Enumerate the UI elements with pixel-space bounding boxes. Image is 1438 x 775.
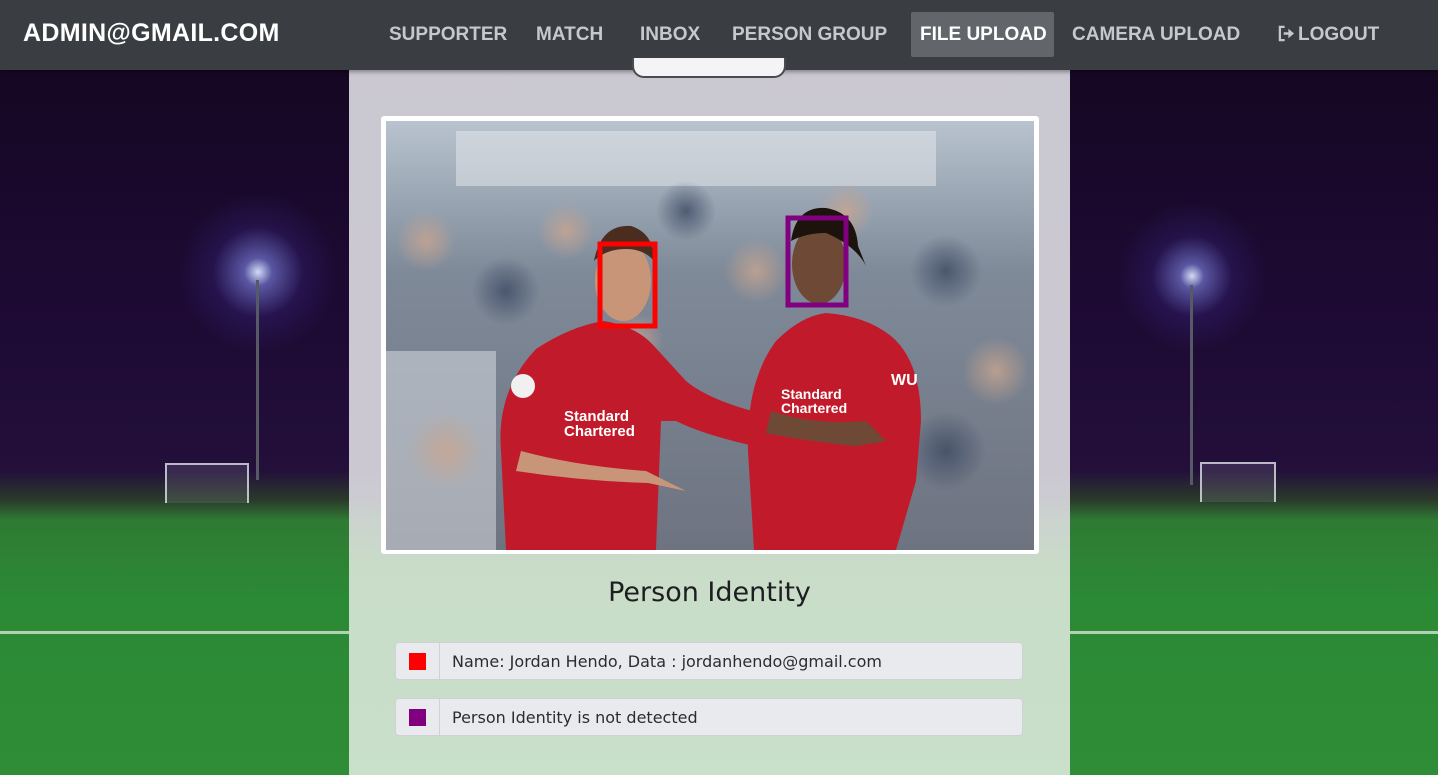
field-line-right bbox=[1070, 631, 1438, 634]
goal-right bbox=[1200, 462, 1276, 502]
photo-illustration: Standard Chartered Standard Chartered WU bbox=[386, 121, 1034, 550]
purple-swatch-icon bbox=[409, 709, 426, 726]
nav-logout-label: LOGOUT bbox=[1298, 24, 1380, 45]
logout-icon bbox=[1278, 25, 1295, 42]
nav-supporter[interactable]: SUPPORTER bbox=[380, 12, 516, 57]
nav-person-group-label: PERSON GROUP bbox=[732, 24, 888, 45]
svg-text:WU: WU bbox=[891, 372, 918, 389]
nav-file-upload[interactable]: FILE UPLOAD bbox=[911, 12, 1054, 57]
upload-button-partial[interactable] bbox=[632, 58, 786, 78]
svg-text:Chartered: Chartered bbox=[781, 400, 847, 416]
svg-text:Chartered: Chartered bbox=[564, 423, 635, 440]
identity-row: Person Identity is not detected bbox=[395, 698, 1023, 736]
person-identity-title: Person Identity bbox=[608, 577, 811, 608]
red-swatch-icon bbox=[409, 653, 426, 670]
floodlight-pole-left bbox=[256, 280, 259, 480]
nav-inbox-label: INBOX bbox=[640, 24, 701, 45]
nav-person-group[interactable]: PERSON GROUP bbox=[723, 12, 896, 57]
nav-camera-upload-label: CAMERA UPLOAD bbox=[1072, 24, 1241, 45]
identity-text: Name: Jordan Hendo, Data : jordanhendo@g… bbox=[452, 652, 882, 671]
nav-camera-upload[interactable]: CAMERA UPLOAD bbox=[1063, 12, 1249, 57]
nav-match-label: MATCH bbox=[536, 24, 604, 45]
nav-file-upload-label: FILE UPLOAD bbox=[920, 24, 1047, 45]
nav-logout[interactable]: LOGOUT bbox=[1268, 12, 1388, 57]
goal-left bbox=[165, 463, 249, 503]
brand-email[interactable]: ADMIN@GMAIL.COM bbox=[23, 19, 280, 48]
nav-supporter-label: SUPPORTER bbox=[389, 24, 508, 45]
identity-swatch-cell bbox=[396, 699, 440, 735]
floodlight-pole-right bbox=[1190, 285, 1193, 485]
identity-row: Name: Jordan Hendo, Data : jordanhendo@g… bbox=[395, 642, 1023, 680]
nav-inbox[interactable]: INBOX bbox=[631, 12, 709, 57]
field-line-left bbox=[0, 631, 349, 634]
uploaded-photo: Standard Chartered Standard Chartered WU bbox=[386, 121, 1034, 550]
identity-swatch-cell bbox=[396, 643, 440, 679]
identity-text: Person Identity is not detected bbox=[452, 708, 698, 727]
nav-match[interactable]: MATCH bbox=[527, 12, 612, 57]
